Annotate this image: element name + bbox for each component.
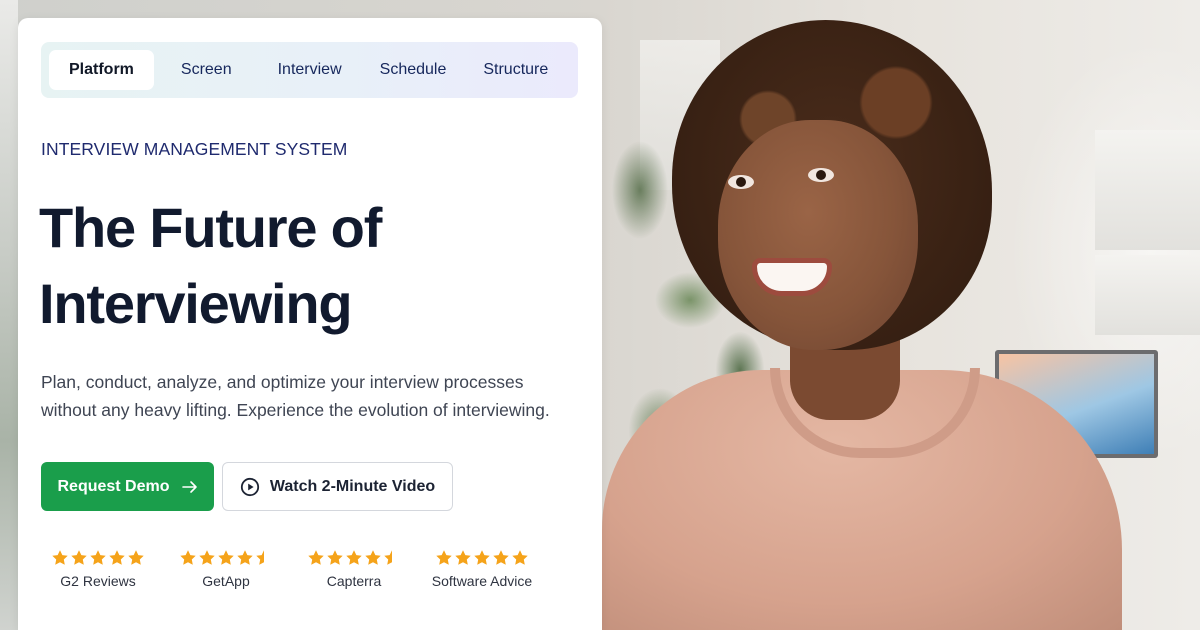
watch-video-label: Watch 2-Minute Video	[269, 477, 436, 495]
tab-interview[interactable]: Interview	[260, 50, 360, 90]
hero-description: Plan, conduct, analyze, and optimize you…	[41, 368, 581, 424]
star-icon	[436, 550, 452, 565]
star-icon	[455, 550, 471, 565]
rating-label: GetApp	[202, 573, 250, 589]
rating-label: Capterra	[326, 573, 382, 589]
tab-screen[interactable]: Screen	[163, 50, 250, 90]
star-icon	[52, 550, 68, 565]
play-circle-icon	[240, 477, 259, 496]
star-icon	[256, 550, 264, 565]
star-icon	[493, 550, 509, 565]
background-window	[1095, 255, 1200, 335]
description-line-1: Plan, conduct, analyze, and optimize you…	[41, 372, 524, 392]
star-icon	[384, 550, 392, 565]
tab-platform[interactable]: Platform	[49, 50, 154, 90]
headline-line-2: Interviewing	[39, 272, 353, 335]
star-icon	[308, 550, 324, 565]
star-icon	[365, 550, 381, 565]
rating-label: G2 Reviews	[60, 573, 136, 589]
star-icon	[90, 550, 106, 565]
rating-software-advice: Software Advice	[422, 549, 542, 589]
star-icon	[512, 550, 528, 565]
star-icon	[346, 550, 362, 565]
page-title: The Future of Interviewing	[39, 190, 559, 342]
arrow-right-icon	[181, 480, 197, 493]
rating-getapp: GetApp	[176, 549, 276, 589]
star-rating	[51, 549, 145, 571]
star-icon	[199, 550, 215, 565]
product-tabs: Platform Screen Interview Schedule Struc…	[41, 42, 578, 98]
rating-g2: G2 Reviews	[48, 549, 148, 589]
star-rating	[179, 549, 273, 571]
star-icon	[128, 550, 144, 565]
star-icon	[327, 550, 343, 565]
headline-line-1: The Future of	[39, 196, 382, 259]
star-rating	[307, 549, 401, 571]
star-icon	[237, 550, 253, 565]
person-face	[718, 120, 918, 350]
tab-schedule[interactable]: Schedule	[362, 50, 465, 90]
background-window	[1095, 130, 1200, 250]
tab-structure[interactable]: Structure	[465, 50, 566, 90]
star-icon	[218, 550, 234, 565]
watch-video-button[interactable]: Watch 2-Minute Video	[222, 462, 453, 511]
star-rating	[435, 549, 529, 571]
rating-capterra: Capterra	[304, 549, 404, 589]
request-demo-label: Request Demo	[57, 477, 170, 495]
hero-card: Platform Screen Interview Schedule Struc…	[18, 18, 602, 630]
request-demo-button[interactable]: Request Demo	[41, 462, 214, 511]
rating-label: Software Advice	[431, 573, 533, 589]
star-icon	[71, 550, 87, 565]
star-icon	[474, 550, 490, 565]
description-line-2: without any heavy lifting. Experience th…	[41, 400, 550, 420]
background-left-strip	[0, 0, 18, 630]
person-eye	[808, 168, 834, 182]
star-icon	[180, 550, 196, 565]
review-ratings: G2 Reviews GetApp Capterra Software Advi…	[48, 549, 542, 589]
star-icon	[109, 550, 125, 565]
person-eye	[728, 175, 754, 189]
eyebrow-text: INTERVIEW MANAGEMENT SYSTEM	[41, 139, 348, 159]
